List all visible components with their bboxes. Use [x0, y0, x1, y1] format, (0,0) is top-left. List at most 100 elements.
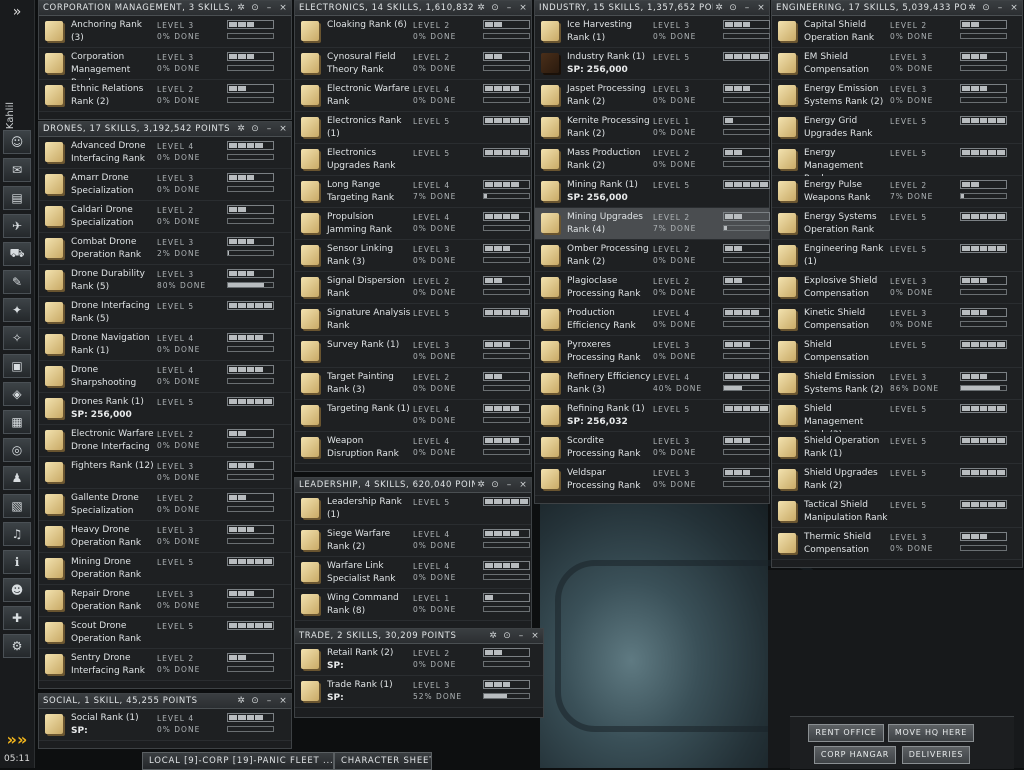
skill-row-electronic-warfare-drone-interfacing[interactable]: Electronic Warfare Drone Interfacing LEVE… — [39, 425, 291, 457]
skill-row-ice-harvesting-rank-1[interactable]: Ice Harvesting Rank (1) LEVEL 3 0% DONE — [535, 16, 770, 48]
skill-row-capital-shield-operation-rank[interactable]: Capital Shield Operation Rank LEVEL 2 0% D… — [772, 16, 1022, 48]
minimize-icon[interactable]: – — [503, 479, 515, 491]
contracts-icon[interactable]: ▧ — [3, 494, 31, 518]
skill-row-survey-rank-1[interactable]: Survey Rank (1) LEVEL 3 0% DONE — [295, 336, 531, 368]
info-icon[interactable]: ℹ — [3, 550, 31, 574]
pin-icon[interactable]: ⊙ — [980, 2, 992, 14]
close-icon[interactable]: × — [529, 630, 541, 642]
panel-header[interactable]: ELECTRONICS, 14 SKILLS, 1,610,832 POINTS… — [295, 1, 531, 16]
close-icon[interactable]: × — [277, 123, 289, 135]
deliveries-button[interactable]: DELIVERIES — [902, 746, 970, 764]
close-icon[interactable]: × — [1008, 2, 1020, 14]
options-icon[interactable]: ✲ — [235, 123, 247, 135]
minimize-icon[interactable]: – — [503, 2, 515, 14]
panel-header[interactable]: INDUSTRY, 15 SKILLS, 1,357,652 POINTS✲⊙–… — [535, 1, 769, 16]
minimize-icon[interactable]: – — [741, 2, 753, 14]
skill-row-drone-durability-rank-5[interactable]: Drone Durability Rank (5) LEVEL 3 80% DONE — [39, 265, 291, 297]
skill-row-sentry-drone-interfacing-rank[interactable]: Sentry Drone Interfacing Rank LEVEL 2 0% D… — [39, 649, 291, 681]
skill-row-plagioclase-processing-rank[interactable]: Plagioclase Processing Rank LEVEL 2 0% DON… — [535, 272, 770, 304]
skill-row-retail-rank-2[interactable]: Retail Rank (2) SP: LEVEL 2 0% DONE — [295, 644, 543, 676]
skill-row-mining-rank-1[interactable]: Mining Rank (1) SP: 256,000 LEVEL 5 — [535, 176, 770, 208]
panel-header[interactable]: DRONES, 17 SKILLS, 3,192,542 POINTS ✲ ⊙ – × — [39, 122, 291, 137]
notepad-icon[interactable]: ▤ — [3, 186, 31, 210]
options-icon[interactable]: ✲ — [713, 2, 725, 14]
skill-row-em-shield-compensation[interactable]: EM Shield Compensation LEVEL 3 0% DONE — [772, 48, 1022, 80]
skill-row-anchoring-rank-3[interactable]: Anchoring Rank (3) LEVEL 3 0% DONE — [39, 16, 291, 48]
skill-row-engineering-rank-1[interactable]: Engineering Rank (1) LEVEL 5 — [772, 240, 1022, 272]
skill-row-electronics-upgrades-rank[interactable]: Electronics Upgrades Rank LEVEL 5 — [295, 144, 531, 176]
skill-row-long-range-targeting-rank[interactable]: Long Range Targeting Rank LEVEL 4 7% DONE — [295, 176, 531, 208]
pin-icon[interactable]: ⊙ — [249, 123, 261, 135]
close-icon[interactable]: × — [277, 695, 289, 707]
skill-row-mining-drone-operation-rank[interactable]: Mining Drone Operation Rank LEVEL 5 — [39, 553, 291, 585]
options-icon[interactable]: ✲ — [966, 2, 978, 14]
skill-row-pyroxeres-processing-rank[interactable]: Pyroxeres Processing Rank LEVEL 3 0% DONE — [535, 336, 770, 368]
market-icon[interactable]: ⛟ — [3, 242, 31, 266]
skill-row-sensor-linking-rank-3[interactable]: Sensor Linking Rank (3) LEVEL 3 0% DONE — [295, 240, 531, 272]
skill-row-scout-drone-operation-rank[interactable]: Scout Drone Operation Rank LEVEL 5 — [39, 617, 291, 649]
skill-row-energy-grid-upgrades-rank[interactable]: Energy Grid Upgrades Rank LEVEL 5 — [772, 112, 1022, 144]
minimize-icon[interactable]: – — [263, 123, 275, 135]
pin-icon[interactable]: ⊙ — [249, 695, 261, 707]
audio-icon[interactable]: ♫ — [3, 522, 31, 546]
options-icon[interactable]: ✲ — [235, 2, 247, 14]
skill-row-ethnic-relations-rank-2[interactable]: Ethnic Relations Rank (2) LEVEL 2 0% DONE — [39, 80, 291, 112]
options-icon[interactable]: ✲ — [475, 2, 487, 14]
skill-row-kernite-processing-rank-2[interactable]: Kernite Processing Rank (2) LEVEL 1 0% DON… — [535, 112, 770, 144]
skill-row-social-rank-1[interactable]: Social Rank (1) SP: LEVEL 4 0% DONE — [39, 709, 291, 741]
close-icon[interactable]: × — [277, 2, 289, 14]
skill-row-amarr-drone-specialization[interactable]: Amarr Drone Specialization LEVEL 3 0% DONE — [39, 169, 291, 201]
panel-header[interactable]: CORPORATION MANAGEMENT, 3 SKILLS, 1,024,… — [39, 1, 291, 16]
skill-row-shield-management-rank-3[interactable]: Shield Management Rank (3)LEVEL 5 — [772, 400, 1022, 440]
minimize-icon[interactable]: – — [263, 695, 275, 707]
character-sheet-tab[interactable]: CHARACTER SHEET — [334, 752, 432, 770]
ship-icon[interactable]: ✈ — [3, 214, 31, 238]
skill-row-industry-rank-1[interactable]: Industry Rank (1) SP: 256,000 LEVEL 5 — [535, 48, 770, 80]
minimize-icon[interactable]: – — [515, 630, 527, 642]
panel-header[interactable]: TRADE, 2 SKILLS, 30,209 POINTS ✲ ⊙ – × — [295, 629, 543, 644]
close-icon[interactable]: × — [517, 479, 529, 491]
skill-row-weapon-disruption-rank[interactable]: Weapon Disruption Rank LEVEL 4 0% DONE — [295, 432, 531, 464]
skill-row-production-efficiency-rank[interactable]: Production Efficiency Rank LEVEL 4 0% DONE — [535, 304, 770, 336]
skill-row-scordite-processing-rank[interactable]: Scordite Processing Rank LEVEL 3 0% DONE — [535, 432, 770, 464]
skill-row-thermic-shield-compensation[interactable]: Thermic Shield Compensation LEVEL 3 0% DON… — [772, 528, 1022, 560]
skill-row-energy-emission-systems-rank-2[interactable]: Energy Emission Systems Rank (2) LEVEL 3 0… — [772, 80, 1022, 112]
skill-row-refinery-efficiency-rank-3[interactable]: Refinery Efficiency Rank (3) LEVEL 4 40% D… — [535, 368, 770, 400]
skill-row-shield-operation-rank-1[interactable]: Shield Operation Rank (1) LEVEL 5 — [772, 432, 1022, 464]
skill-row-shield-emission-systems-rank-2[interactable]: Shield Emission Systems Rank (2) LEVEL 3 8… — [772, 368, 1022, 400]
fitting-icon[interactable]: ✚ — [3, 606, 31, 630]
map-icon[interactable]: ✦ — [3, 298, 31, 322]
skill-row-drones-rank-1[interactable]: Drones Rank (1) SP: 256,000 LEVEL 5 — [39, 393, 291, 425]
options-icon[interactable]: ✲ — [487, 630, 499, 642]
assets-icon[interactable]: ▣ — [3, 354, 31, 378]
corp-hangar-button[interactable]: CORP HANGAR — [814, 746, 896, 764]
pin-icon[interactable]: ⊙ — [727, 2, 739, 14]
pin-icon[interactable]: ⊙ — [501, 630, 513, 642]
skill-row-leadership-rank-1[interactable]: Leadership Rank (1) LEVEL 5 — [295, 493, 531, 525]
wallet-icon[interactable]: ◈ — [3, 382, 31, 406]
close-icon[interactable]: × — [755, 2, 767, 14]
minimize-icon[interactable]: – — [263, 2, 275, 14]
skill-row-cloaking-rank-6[interactable]: Cloaking Rank (6) LEVEL 2 0% DONE — [295, 16, 531, 48]
skill-row-drone-sharpshooting[interactable]: Drone Sharpshooting LEVEL 4 0% DONE — [39, 361, 291, 393]
skill-row-refining-rank-1[interactable]: Refining Rank (1) SP: 256,032 LEVEL 5 — [535, 400, 770, 432]
skill-row-tactical-shield-manipulation-rank[interactable]: Tactical Shield Manipulation Rank LEVEL 5 — [772, 496, 1022, 528]
skill-row-shield-upgrades-rank-2[interactable]: Shield Upgrades Rank (2) LEVEL 5 — [772, 464, 1022, 496]
skill-row-corporation-management-rank[interactable]: Corporation Management RankLEVEL 30% DON… — [39, 48, 291, 88]
character-icon[interactable]: ☺ — [3, 130, 31, 154]
skill-row-drone-interfacing-rank-5[interactable]: Drone Interfacing Rank (5) LEVEL 5 — [39, 297, 291, 329]
pin-icon[interactable]: ⊙ — [489, 479, 501, 491]
move-hq-button[interactable]: MOVE HQ HERE — [888, 724, 974, 742]
skill-row-signal-dispersion-rank[interactable]: Signal Dispersion Rank LEVEL 2 0% DONE — [295, 272, 531, 304]
science-icon[interactable]: ⚙ — [3, 634, 31, 658]
skill-row-advanced-drone-interfacing-rank[interactable]: Advanced Drone Interfacing Rank LEVEL 4 0%… — [39, 137, 291, 169]
skill-row-explosive-shield-compensation[interactable]: Explosive Shield Compensation LEVEL 3 0% D… — [772, 272, 1022, 304]
panel-header[interactable]: ENGINEERING, 17 SKILLS, 5,039,433 POINTS… — [772, 1, 1022, 16]
skill-row-jaspet-processing-rank-2[interactable]: Jaspet Processing Rank (2) LEVEL 3 0% DONE — [535, 80, 770, 112]
pin-icon[interactable]: ⊙ — [249, 2, 261, 14]
skill-row-targeting-rank-1[interactable]: Targeting Rank (1) LEVEL 4 0% DONE — [295, 400, 531, 432]
skill-row-fighters-rank-12[interactable]: Fighters Rank (12) LEVEL 3 0% DONE — [39, 457, 291, 489]
skill-row-gallente-drone-specialization[interactable]: Gallente Drone Specialization LEVEL 2 0% D… — [39, 489, 291, 521]
calculator-icon[interactable]: ▦ — [3, 410, 31, 434]
skill-row-mass-production-rank-2[interactable]: Mass Production Rank (2) LEVEL 2 0% DONE — [535, 144, 770, 176]
